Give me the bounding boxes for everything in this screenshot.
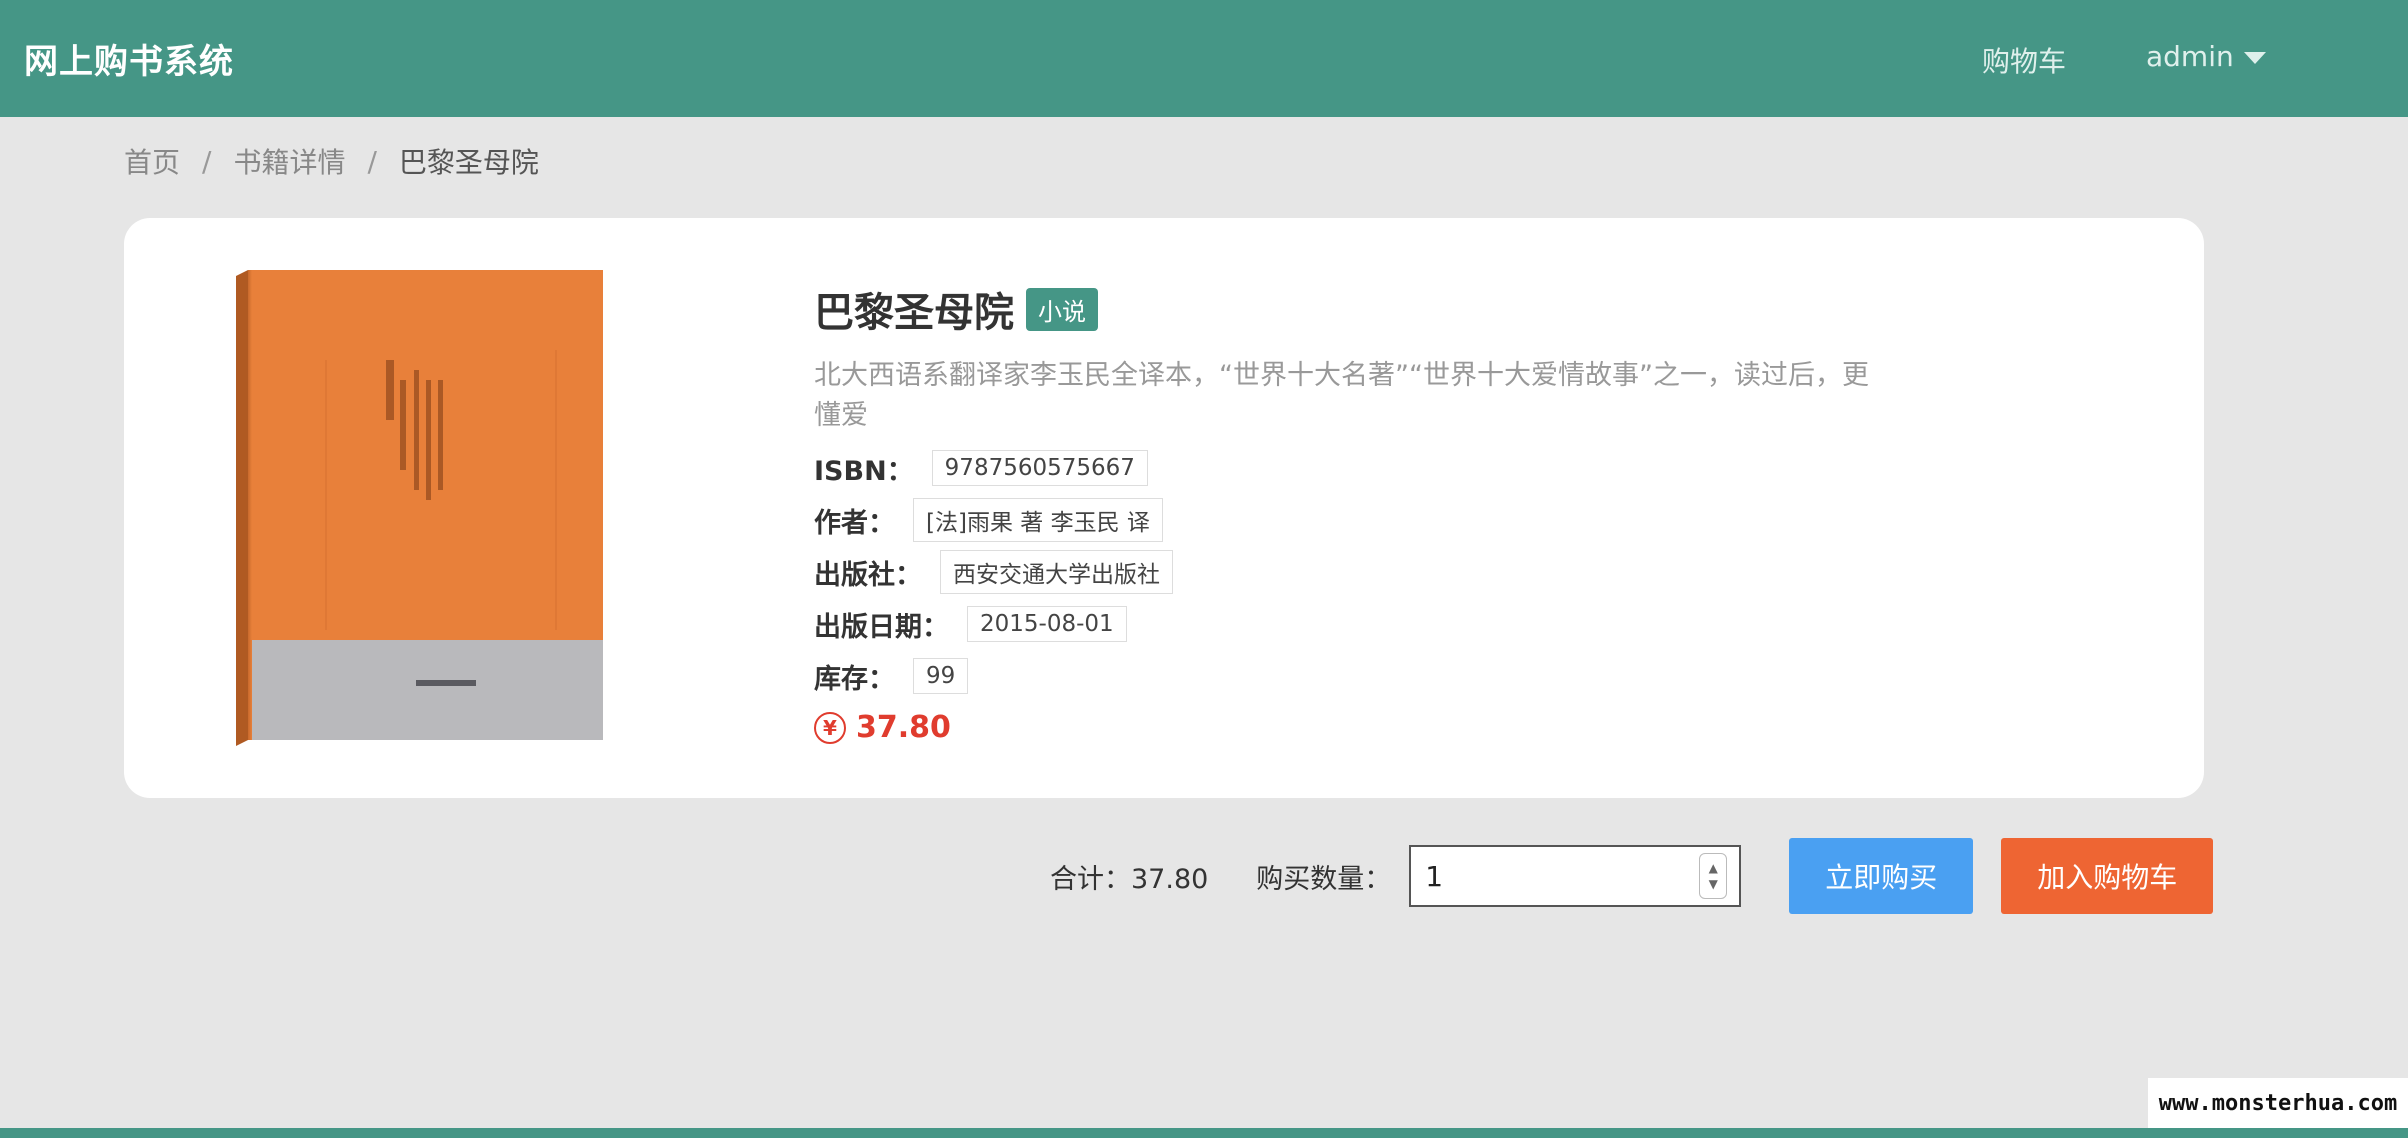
field-label: 库存： xyxy=(814,663,895,695)
title-row: 巴黎圣母院 小说 xyxy=(814,280,2014,338)
book-info: 巴黎圣母院 小说 北大西语系翻译家李玉民全译本，“世界十大名著”“世界十大爱情故… xyxy=(814,280,2014,745)
breadcrumb-current: 巴黎圣母院 xyxy=(398,146,539,179)
field-value: 9787560575667 xyxy=(931,450,1148,486)
stepper-arrows[interactable]: ▲ ▼ xyxy=(1699,853,1728,899)
total-amount: 合计：37.80 xyxy=(1050,863,1209,895)
field-value: 2015-08-01 xyxy=(967,606,1127,642)
field-stock: 库存： 99 xyxy=(814,656,2014,696)
field-label: ISBN： xyxy=(814,455,914,487)
breadcrumb-detail[interactable]: 书籍详情 xyxy=(233,141,345,181)
book-title: 巴黎圣母院 xyxy=(814,290,1014,336)
caret-down-icon xyxy=(2243,51,2266,64)
field-publisher: 出版社： 西安交通大学出版社 xyxy=(814,550,2014,594)
field-author: 作者： [法]雨果 著 李玉民 译 xyxy=(814,498,2014,542)
breadcrumb-separator: / xyxy=(367,144,377,178)
quantity-input[interactable] xyxy=(1425,859,1666,893)
book-price: 37.80 xyxy=(856,710,951,745)
brand-title[interactable]: 网上购书系统 xyxy=(24,34,234,83)
yen-icon: ¥ xyxy=(814,711,846,744)
user-menu[interactable]: admin xyxy=(2146,40,2266,73)
chevron-down-icon[interactable]: ▼ xyxy=(1709,876,1718,892)
breadcrumb: 首页 / 书籍详情 / 巴黎圣母院 xyxy=(124,141,539,181)
top-navbar: 网上购书系统 购物车 admin xyxy=(0,0,2408,117)
category-tag[interactable]: 小说 xyxy=(1026,287,1098,331)
field-value: 99 xyxy=(913,658,969,694)
field-value: [法]雨果 著 李玉民 译 xyxy=(913,498,1163,542)
book-detail-card: 巴黎圣母院 小说 北大西语系翻译家李玉民全译本，“世界十大名著”“世界十大爱情故… xyxy=(124,218,2204,798)
user-name: admin xyxy=(2146,40,2234,73)
price-row: ¥ 37.80 xyxy=(814,710,2014,745)
purchase-bar: 合计：37.80 购买数量： ▲ ▼ 立即购买 加入购物车 xyxy=(1050,838,2214,914)
breadcrumb-home[interactable]: 首页 xyxy=(124,141,180,181)
book-cover-image xyxy=(236,270,603,746)
bottom-strip xyxy=(0,1128,2408,1138)
quantity-label: 购买数量： xyxy=(1256,863,1392,895)
field-value: 西安交通大学出版社 xyxy=(940,550,1173,594)
quantity-stepper[interactable]: ▲ ▼ xyxy=(1409,845,1742,907)
field-label: 作者： xyxy=(814,507,895,539)
nav-cart-link[interactable]: 购物车 xyxy=(1982,40,2066,80)
field-isbn: ISBN： 9787560575667 xyxy=(814,448,2014,488)
watermark: www.monsterhua.com xyxy=(2148,1078,2408,1128)
buy-now-button[interactable]: 立即购买 xyxy=(1789,838,1974,914)
book-description: 北大西语系翻译家李玉民全译本，“世界十大名著”“世界十大爱情故事”之一，读过后，… xyxy=(814,360,1869,431)
field-label: 出版社： xyxy=(814,559,922,591)
chevron-up-icon[interactable]: ▲ xyxy=(1709,860,1718,876)
field-label: 出版日期： xyxy=(814,611,949,643)
field-publish-date: 出版日期： 2015-08-01 xyxy=(814,604,2014,644)
breadcrumb-separator: / xyxy=(202,144,212,178)
add-to-cart-button[interactable]: 加入购物车 xyxy=(2001,838,2214,914)
